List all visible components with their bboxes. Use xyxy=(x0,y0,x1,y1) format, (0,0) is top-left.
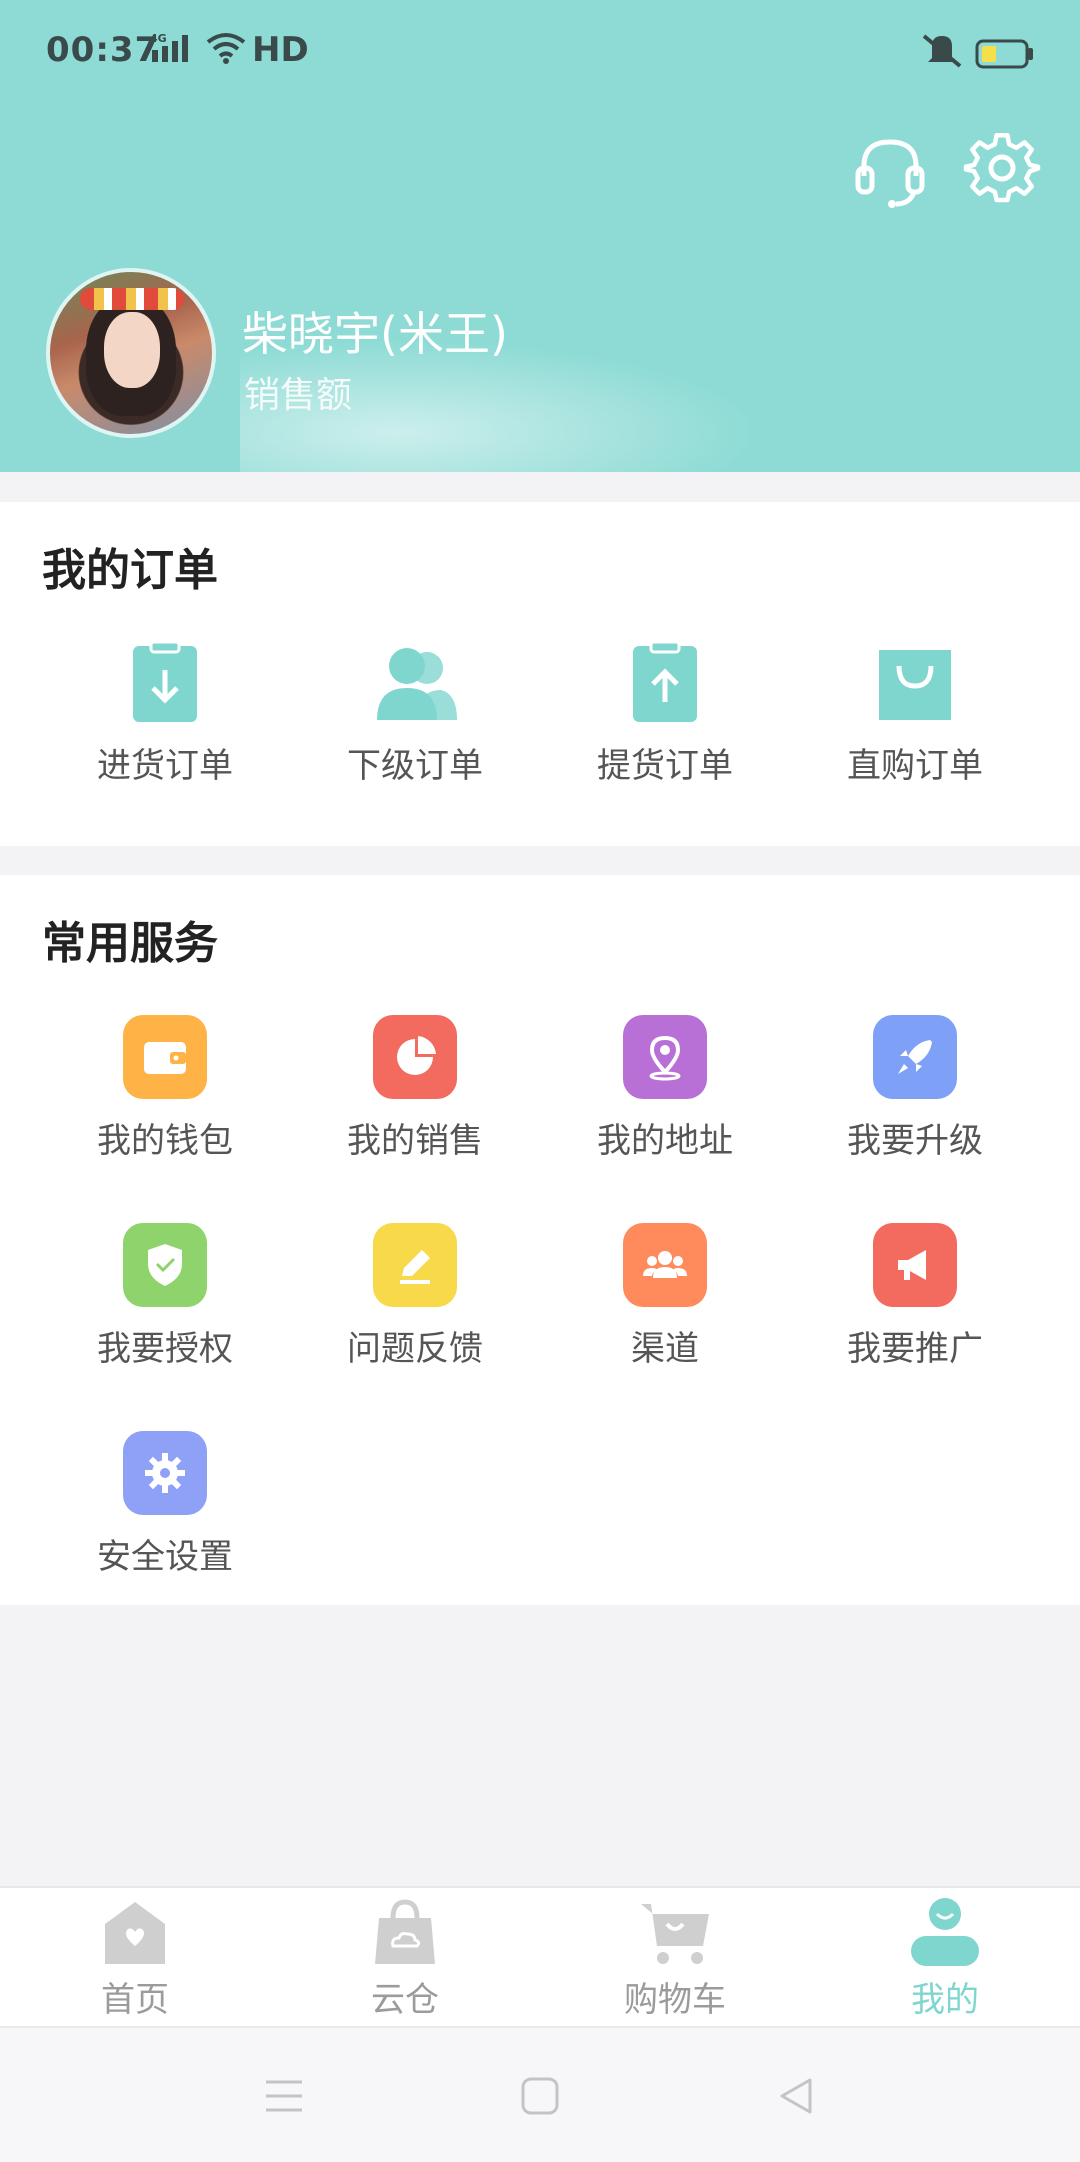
tab-label: 我的 xyxy=(911,1980,979,2020)
service-wallet[interactable]: 我的钱包 xyxy=(40,1015,290,1162)
avatar[interactable] xyxy=(46,268,216,438)
shopping-bag-icon xyxy=(873,640,957,724)
orders-title: 我的订单 xyxy=(42,545,218,596)
user-name: 柴晓宇(米王) xyxy=(242,307,508,361)
services-section: 常用服务 我的钱包 我的销售 我的地址 我要升级 我要授权 问题反馈 渠道 我要… xyxy=(0,875,1080,1605)
shield-check-icon xyxy=(123,1223,207,1307)
service-label: 我要推广 xyxy=(847,1329,983,1369)
tab-label: 购物车 xyxy=(624,1980,726,2020)
service-label: 我要升级 xyxy=(847,1121,983,1161)
order-label: 下级订单 xyxy=(347,746,483,786)
service-label: 安全设置 xyxy=(97,1537,233,1577)
mute-icon xyxy=(920,32,964,77)
service-label: 我的销售 xyxy=(347,1121,483,1161)
service-sales[interactable]: 我的销售 xyxy=(290,1015,540,1162)
service-label: 我的地址 xyxy=(597,1121,733,1161)
orders-section: 我的订单 进货订单 下级订单 提货订单 直购订单 xyxy=(0,502,1080,846)
cloud-bag-icon xyxy=(367,1894,443,1970)
back-icon[interactable] xyxy=(774,2074,818,2118)
service-channel[interactable]: 渠道 xyxy=(540,1223,790,1370)
service-promote[interactable]: 我要推广 xyxy=(790,1223,1040,1370)
order-label: 提货订单 xyxy=(597,746,733,786)
service-security[interactable]: 安全设置 xyxy=(40,1431,290,1578)
service-authorize[interactable]: 我要授权 xyxy=(40,1223,290,1370)
hd-indicator: HD xyxy=(252,30,309,70)
order-item-subordinate[interactable]: 下级订单 xyxy=(290,640,540,787)
megaphone-icon xyxy=(873,1223,957,1307)
home-button-icon[interactable] xyxy=(518,2074,562,2118)
users-icon xyxy=(373,640,457,724)
cart-icon xyxy=(637,1894,713,1970)
services-title: 常用服务 xyxy=(42,918,218,969)
service-label: 问题反馈 xyxy=(347,1329,483,1369)
order-item-pickup[interactable]: 提货订单 xyxy=(540,640,790,787)
service-label: 我的钱包 xyxy=(97,1121,233,1161)
bottom-tabbar: 首页 云仓 购物车 我的 xyxy=(0,1886,1080,2026)
order-item-incoming[interactable]: 进货订单 xyxy=(40,640,290,787)
status-bar: 00:37 4G HD xyxy=(0,0,1080,100)
order-item-direct[interactable]: 直购订单 xyxy=(790,640,1040,787)
signal-icon: 4G xyxy=(150,32,198,73)
menu-icon[interactable] xyxy=(262,2074,306,2118)
sales-label: 销售额 xyxy=(244,375,353,416)
order-label: 直购订单 xyxy=(847,746,983,786)
rocket-icon xyxy=(873,1015,957,1099)
profile-icon xyxy=(907,1894,983,1970)
wallet-icon xyxy=(123,1015,207,1099)
tab-home[interactable]: 首页 xyxy=(0,1894,270,2021)
wifi-icon xyxy=(205,32,247,73)
profile-header: 00:37 4G HD 柴晓宇(米王) 销售额 xyxy=(0,0,1080,472)
tab-label: 云仓 xyxy=(371,1980,439,2020)
service-address[interactable]: 我的地址 xyxy=(540,1015,790,1162)
clipboard-upload-icon xyxy=(623,640,707,724)
svg-text:4G: 4G xyxy=(150,32,167,45)
settings-gear-icon[interactable] xyxy=(962,132,1042,212)
location-icon xyxy=(623,1015,707,1099)
edit-icon xyxy=(373,1223,457,1307)
tab-cart[interactable]: 购物车 xyxy=(540,1894,810,2021)
order-label: 进货订单 xyxy=(97,746,233,786)
service-label: 我要授权 xyxy=(97,1329,233,1369)
customer-service-icon[interactable] xyxy=(850,132,930,212)
service-label: 渠道 xyxy=(631,1329,699,1369)
system-navbar xyxy=(0,2026,1080,2162)
group-icon xyxy=(623,1223,707,1307)
home-icon xyxy=(97,1894,173,1970)
service-upgrade[interactable]: 我要升级 xyxy=(790,1015,1040,1162)
pie-chart-icon xyxy=(373,1015,457,1099)
tab-label: 首页 xyxy=(101,1980,169,2020)
gear-icon xyxy=(123,1431,207,1515)
battery-icon xyxy=(975,38,1035,78)
tab-mine[interactable]: 我的 xyxy=(810,1894,1080,2021)
status-time: 00:37 xyxy=(46,30,160,70)
service-feedback[interactable]: 问题反馈 xyxy=(290,1223,540,1370)
tab-cloud-warehouse[interactable]: 云仓 xyxy=(270,1894,540,2021)
clipboard-download-icon xyxy=(123,640,207,724)
